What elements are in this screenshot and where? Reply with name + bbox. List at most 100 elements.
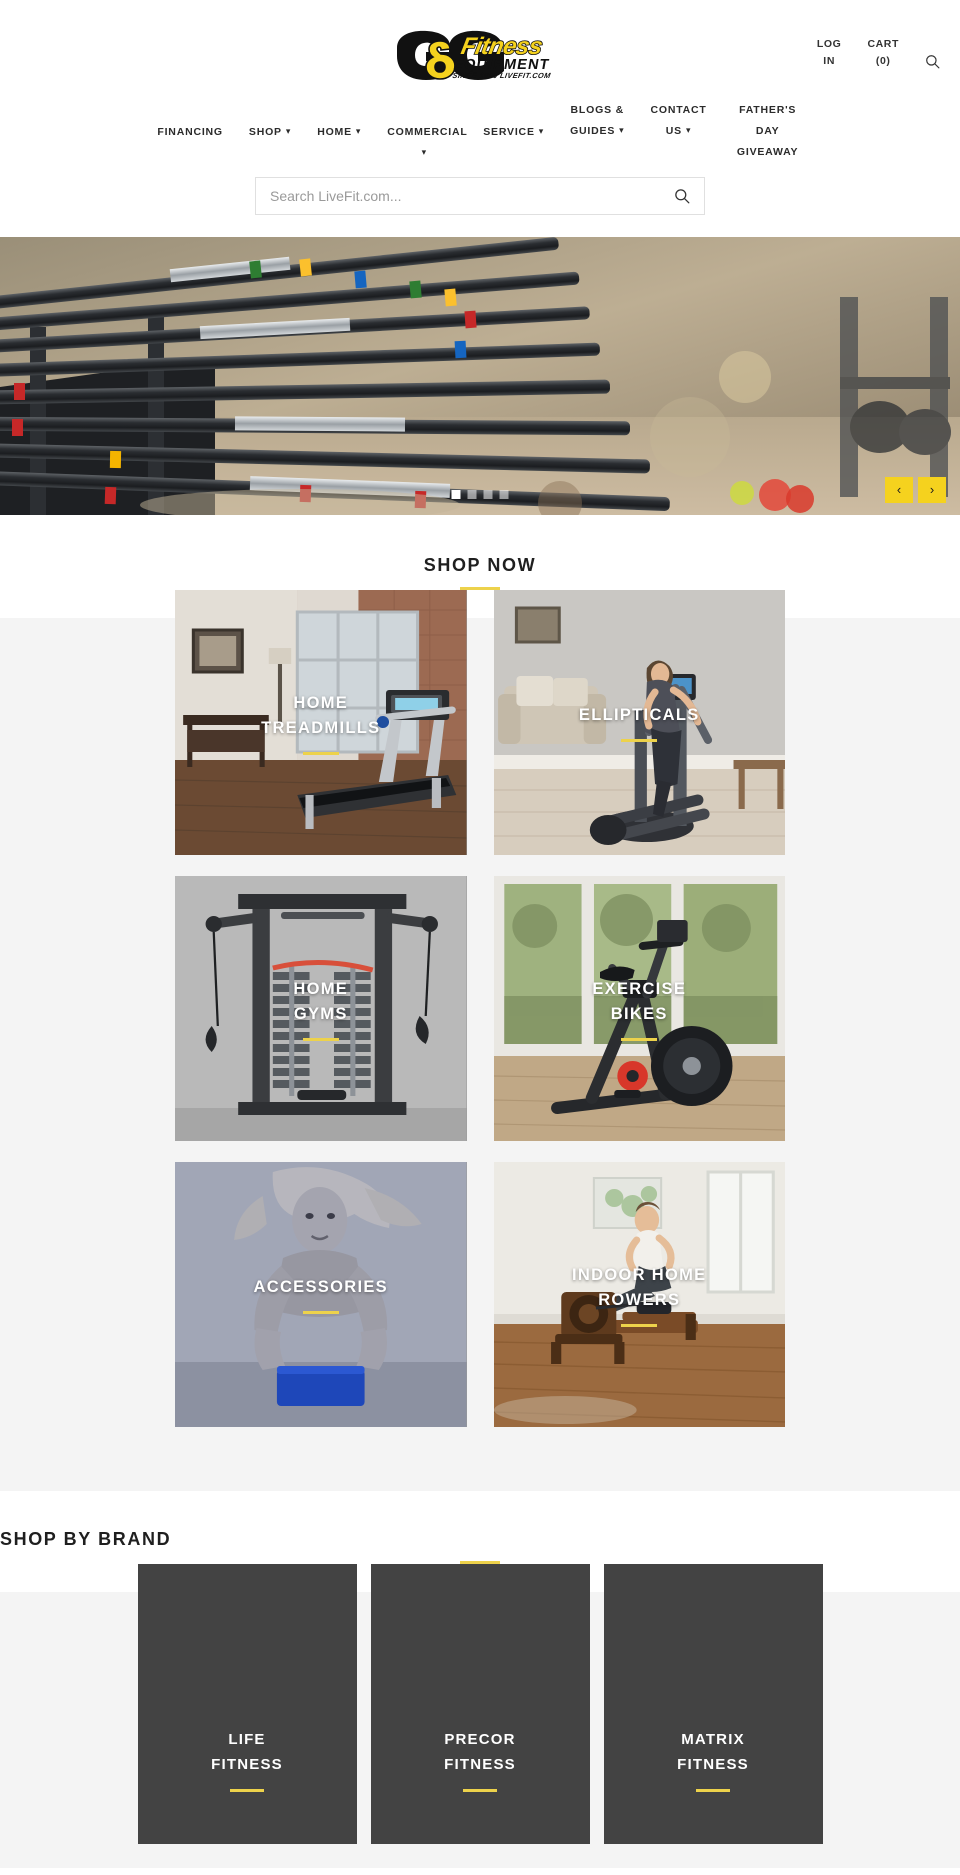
tile-label: EXERCISE BIKES xyxy=(494,876,786,1141)
nav-item-blogs-guides[interactable]: BLOGS & GUIDES ▾ xyxy=(557,100,637,142)
nav-item-financing[interactable]: FINANCING xyxy=(144,122,236,143)
header-top-row: Fitness EQUIPMENT SINCE 1990 LIVEFIT.COM… xyxy=(0,26,960,94)
tile-label: INDOOR HOME ROWERS xyxy=(494,1162,786,1427)
tile-label-line1: INDOOR HOME xyxy=(572,1265,707,1284)
brand-label-line2: FITNESS xyxy=(677,1756,749,1773)
nav-label-line1: FATHER'S DAY xyxy=(739,104,797,137)
brand-label-line1: MATRIX xyxy=(681,1731,745,1748)
search-box[interactable] xyxy=(255,177,705,215)
shop-by-brand-section: LIFE FITNESS PRECOR FITNESS MATRIX FITNE… xyxy=(0,1564,960,1868)
shop-now-section: HOME TREADMILLS ELLIPTICALS HOME GYMS EX… xyxy=(0,590,960,1491)
category-tile-exercise-bikes[interactable]: EXERCISE BIKES xyxy=(493,876,786,1141)
search-icon xyxy=(675,189,690,204)
tile-label-line1: EXERCISE xyxy=(592,979,687,998)
login-label-line1: LOG xyxy=(816,38,842,50)
nav-item-shop[interactable]: SHOP ▾ xyxy=(236,122,304,143)
tile-underline xyxy=(302,1037,339,1041)
search-input[interactable] xyxy=(270,188,674,204)
carousel-dot-3[interactable] xyxy=(483,490,493,499)
tile-label: HOME GYMS xyxy=(175,876,467,1141)
carousel-dot-4[interactable] xyxy=(499,490,509,499)
category-tile-home-treadmills[interactable]: HOME TREADMILLS xyxy=(175,590,467,855)
nav-label: FINANCING xyxy=(157,126,223,138)
hero-carousel[interactable]: ‹ › xyxy=(0,237,960,515)
nav-label-line2: GIVEAWAY xyxy=(736,146,799,158)
tile-label-line2: ROWERS xyxy=(598,1290,681,1309)
brand-label-line2: FITNESS xyxy=(211,1756,283,1773)
chevron-down-icon: ▾ xyxy=(685,125,692,135)
shop-now-heading: SHOP NOW xyxy=(0,515,960,590)
tile-label-line2: TREADMILLS xyxy=(261,718,381,737)
tile-label-line1: HOME xyxy=(293,979,349,998)
tile-label-line2: GYMS xyxy=(293,1004,348,1023)
chevron-down-icon: ▾ xyxy=(355,126,362,136)
login-label-line2: IN xyxy=(823,55,835,67)
brand-card-grid: LIFE FITNESS PRECOR FITNESS MATRIX FITNE… xyxy=(137,1564,823,1844)
carousel-prev-button[interactable]: ‹ xyxy=(885,477,913,503)
tile-label: ACCESSORIES xyxy=(175,1162,467,1427)
tile-underline xyxy=(621,1037,658,1041)
tile-underline xyxy=(621,1323,658,1327)
carousel-dot-2[interactable] xyxy=(467,490,477,499)
svg-text:SINCE 1990 LIVEFIT.COM: SINCE 1990 LIVEFIT.COM xyxy=(452,71,552,80)
chevron-down-icon: ▾ xyxy=(285,126,292,136)
nav-item-contact-us[interactable]: CONTACT US ▾ xyxy=(637,100,719,142)
carousel-next-button[interactable]: › xyxy=(918,477,946,503)
tile-underline xyxy=(302,751,339,755)
main-navigation: FINANCING SHOP ▾ HOME ▾ COMMERCIAL▾ SERVIC… xyxy=(0,94,960,163)
carousel-dots xyxy=(451,490,509,499)
brand-underline xyxy=(696,1789,730,1792)
login-link[interactable]: LOG IN xyxy=(817,36,842,70)
carousel-arrows: ‹ › xyxy=(885,477,946,503)
brand-card-matrix-fitness[interactable]: MATRIX FITNESS xyxy=(603,1564,823,1844)
nav-label-line2: GUIDES xyxy=(570,125,616,137)
chevron-down-icon: ▾ xyxy=(421,147,427,157)
site-logo[interactable]: Fitness EQUIPMENT SINCE 1990 LIVEFIT.COM xyxy=(391,28,569,84)
nav-item-service[interactable]: SERVICE ▾ xyxy=(470,122,557,143)
nav-item-commercial[interactable]: COMMERCIAL ▾ xyxy=(374,122,470,164)
tile-label: HOME TREADMILLS xyxy=(175,590,467,855)
brand-underline xyxy=(230,1789,264,1792)
cart-link[interactable]: CART (0) xyxy=(867,36,899,70)
brand-label-line2: FITNESS xyxy=(444,1756,516,1773)
carousel-dot-1[interactable] xyxy=(451,490,461,499)
nav-label: SERVICE xyxy=(483,126,535,138)
hero-image xyxy=(0,237,960,515)
header-utility-group: LOG IN CART (0) xyxy=(817,36,940,74)
category-tile-home-gyms[interactable]: HOME GYMS xyxy=(175,876,467,1141)
section-title: SHOP BY BRAND xyxy=(0,1529,172,1549)
cart-label: CART xyxy=(867,38,899,50)
tile-label-line1: HOME xyxy=(293,693,349,712)
brand-label-line1: LIFE xyxy=(228,1731,266,1748)
cart-count: (0) xyxy=(875,55,891,67)
nav-label: HOME xyxy=(317,126,352,138)
tile-underline xyxy=(621,739,658,742)
category-tile-indoor-home-rowers[interactable]: INDOOR HOME ROWERS xyxy=(493,1162,786,1427)
chevron-down-icon: ▾ xyxy=(619,125,625,135)
tile-label-line1: ELLIPTICALS xyxy=(578,706,700,724)
shop-by-brand-heading: SHOP BY BRAND xyxy=(0,1491,960,1564)
category-tile-ellipticals[interactable]: ELLIPTICALS xyxy=(493,590,785,855)
page-title: SHOP NOW xyxy=(423,555,537,575)
nav-item-home[interactable]: HOME ▾ xyxy=(304,122,374,143)
nav-label-line2: US xyxy=(665,125,682,137)
tile-label-line2: BIKES xyxy=(610,1004,668,1023)
brand-label-line1: PRECOR xyxy=(444,1731,516,1748)
brand-card-life-fitness[interactable]: LIFE FITNESS xyxy=(137,1564,357,1844)
search-bar-row xyxy=(0,163,960,237)
category-tile-grid: HOME TREADMILLS ELLIPTICALS HOME GYMS EX… xyxy=(175,590,785,1427)
brand-underline xyxy=(463,1789,497,1792)
nav-label: COMMERCIAL xyxy=(387,126,468,138)
logo-graphic: Fitness EQUIPMENT SINCE 1990 LIVEFIT.COM xyxy=(397,30,552,80)
tile-underline xyxy=(302,1311,339,1314)
category-tile-accessories[interactable]: ACCESSORIES xyxy=(175,1162,467,1427)
nav-label-line1: BLOGS & xyxy=(570,104,624,116)
search-icon[interactable] xyxy=(925,54,940,74)
brand-card-precor-fitness[interactable]: PRECOR FITNESS xyxy=(370,1564,590,1844)
nav-item-fathers-day-giveaway[interactable]: FATHER'S DAY GIVEAWAY xyxy=(720,100,816,163)
nav-label: SHOP xyxy=(248,126,282,138)
search-submit-button[interactable] xyxy=(674,188,690,204)
tile-label-line1: ACCESSORIES xyxy=(253,1278,388,1296)
svg-text:Fitness: Fitness xyxy=(459,33,545,60)
nav-label-line1: CONTACT xyxy=(650,104,707,116)
